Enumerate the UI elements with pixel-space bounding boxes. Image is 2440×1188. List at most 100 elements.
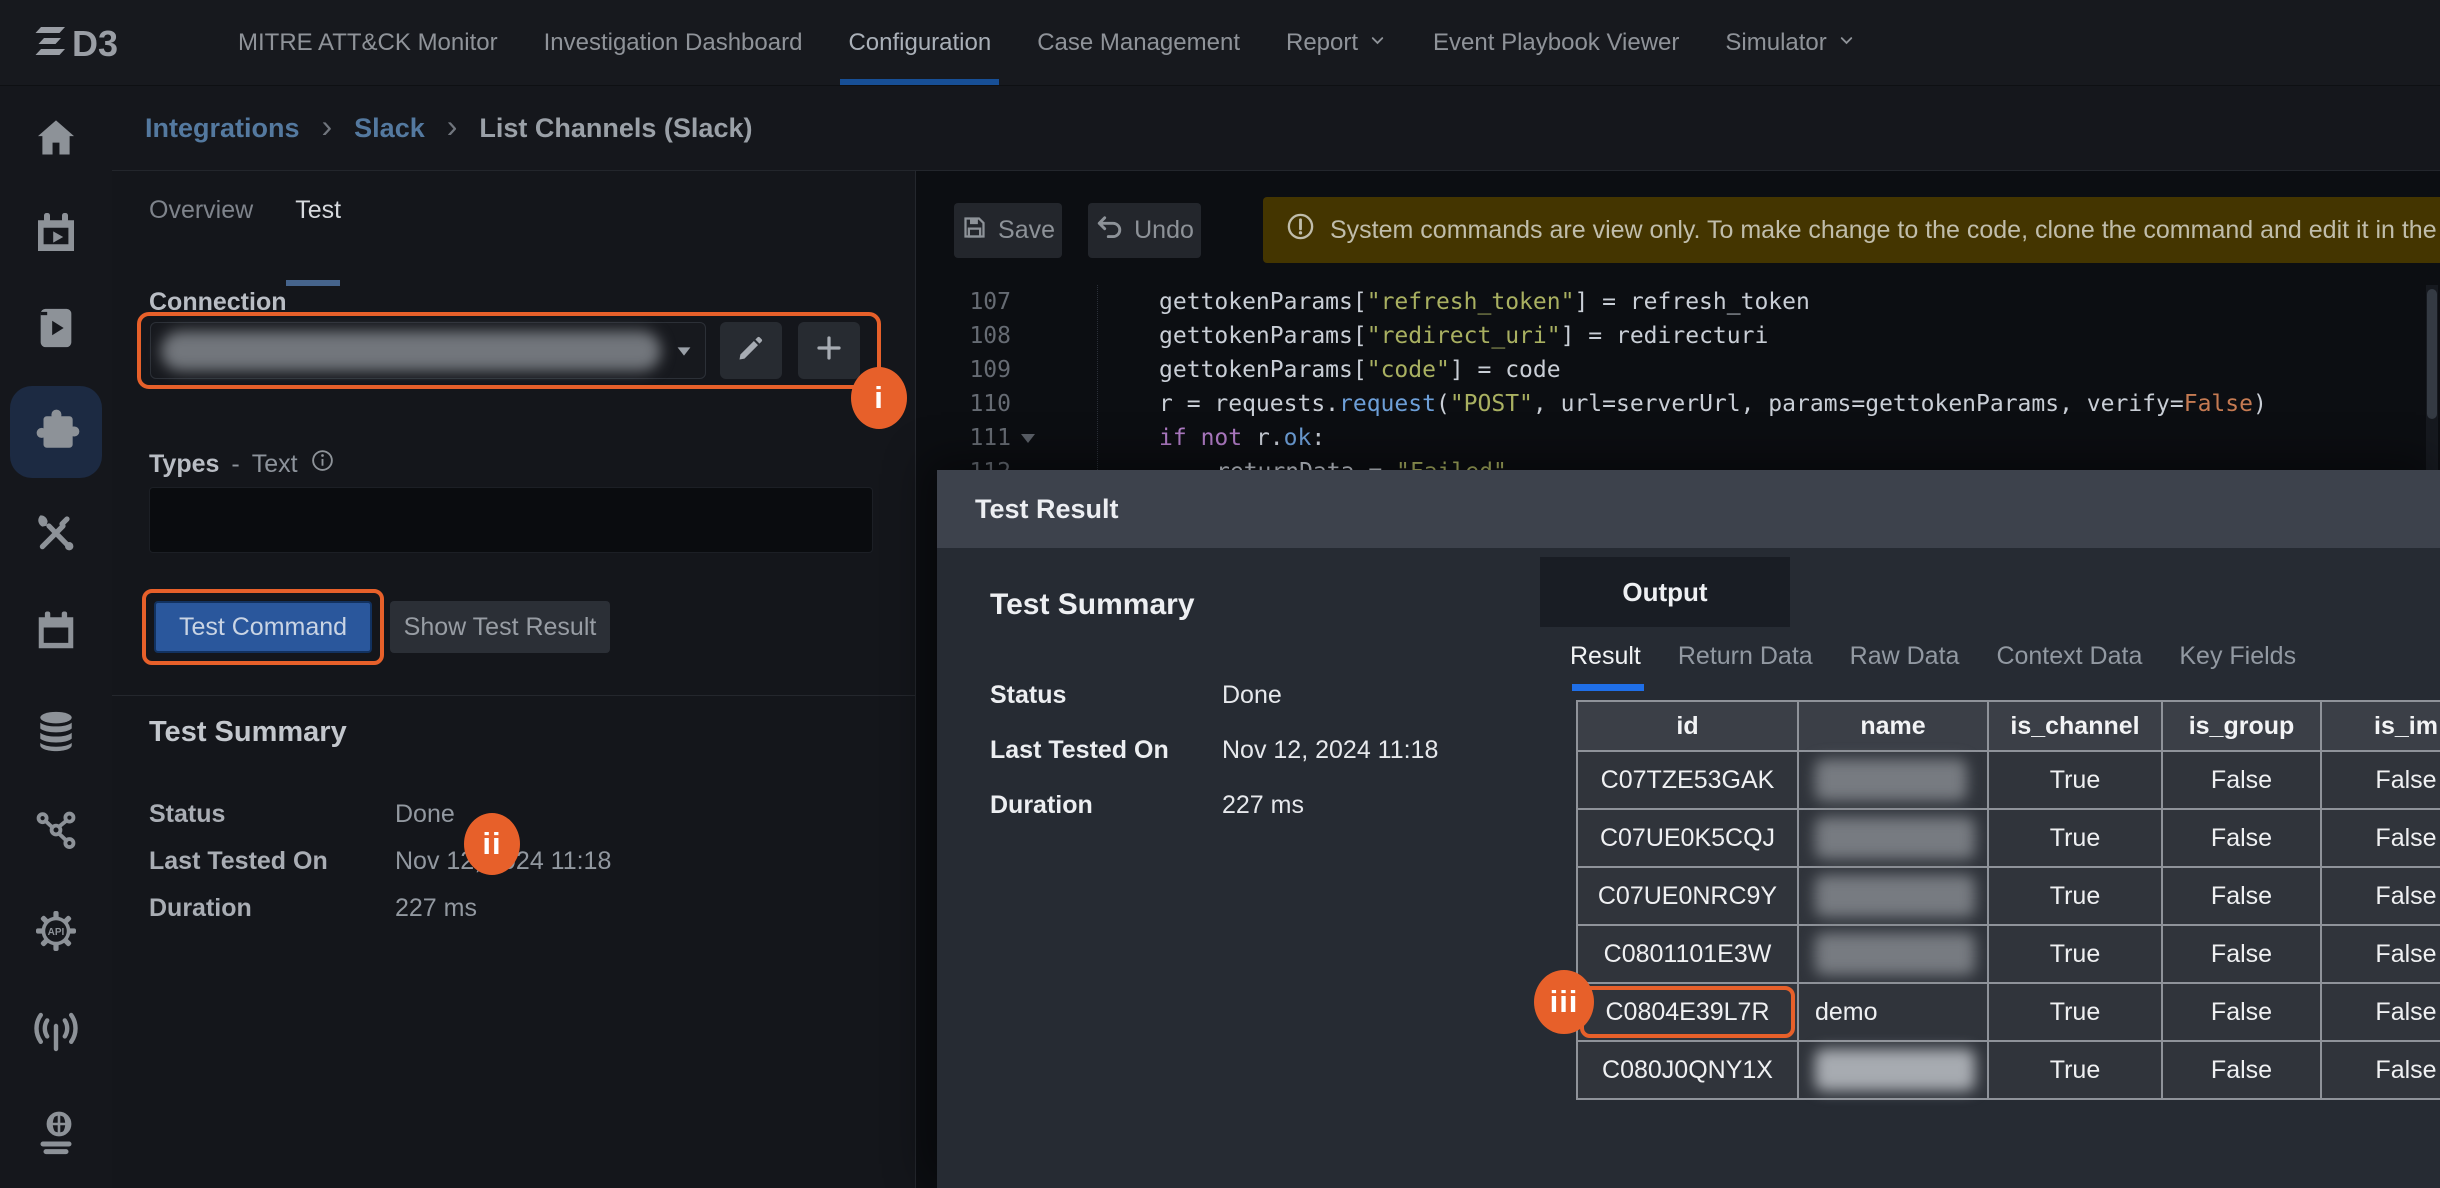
tab-overview[interactable]: Overview [149,196,253,225]
undo-icon [1095,213,1124,249]
code-token: False [2184,391,2253,417]
nav-item-case-management[interactable]: Case Management [1037,0,1240,85]
table-row: C07TZE53GAKTrueFalseFalse [1578,752,2440,810]
sidebar: API [0,86,112,1188]
add-connection-button[interactable] [798,322,860,379]
nav-item-label: Report [1286,29,1358,57]
code-token: ] = code [1450,357,1561,383]
types-label: Types [149,450,219,479]
modal-test-summary-rows: StatusDoneLast Tested OnNov 12, 2024 11:… [990,668,1510,833]
nav-item-investigation-dashboard[interactable]: Investigation Dashboard [544,0,803,85]
test-panel: Overview Test Connection Types - Text Te… [112,171,915,1188]
broadcast-antenna-icon [32,1007,80,1060]
sidebar-item-database[interactable] [0,687,112,779]
network-nodes-icon [33,808,79,859]
result-tab-key-fields[interactable]: Key Fields [2179,642,2296,681]
edit-connection-button[interactable] [720,322,782,379]
save-icon [961,214,988,248]
tab-output[interactable]: Output [1540,557,1790,627]
table-header-row: idnameis_channelis_groupis_im [1578,702,2440,752]
panel-tabs: Overview Test [149,196,341,225]
cell-name [1799,926,1989,984]
sidebar-item-calendar[interactable] [0,587,112,679]
nav-item-configuration[interactable]: Configuration [848,0,991,85]
cell-is-channel: True [1989,810,2163,868]
cell-is-im: False [2322,1042,2440,1100]
cell-is-channel: True [1989,926,2163,984]
name-value-redacted [1815,933,1975,975]
sidebar-item-web-globe[interactable] [0,1090,112,1182]
scrollbar-thumb[interactable] [2427,289,2437,419]
view-only-banner: System commands are view only. To make c… [1263,197,2440,263]
cell-is-im: False [2322,984,2440,1042]
banner-text: System commands are view only. To make c… [1330,216,2437,245]
sidebar-item-integrations-puzzle[interactable] [0,386,112,478]
pencil-icon [736,333,766,368]
summary-value: 227 ms [395,894,477,923]
code-token: "code" [1367,357,1450,383]
column-header-is-group: is_group [2163,702,2322,752]
code-line-107: 107 gettokenParams["refresh_token"] = ref… [916,285,2440,319]
connection-value-redacted [161,331,661,371]
line-number: 107 [916,289,1011,315]
sidebar-item-api-gear[interactable]: API [0,887,112,979]
code-token: ] = refresh_token [1574,289,1809,315]
tab-test[interactable]: Test [295,196,341,225]
cell-id: C080J0QNY1X [1578,1042,1799,1100]
sidebar-item-home[interactable] [0,94,112,186]
result-tab-return-data[interactable]: Return Data [1678,642,1813,681]
test-command-button[interactable]: Test Command [154,601,372,653]
code-token: "refresh_token" [1367,289,1575,315]
code-text: gettokenParams["refresh_token"] = refres… [1045,289,1810,315]
sidebar-item-playbook-book[interactable] [0,284,112,376]
table-row: C0804E39L7RdemoTrueFalseFalse [1578,984,2440,1042]
code-line-109: 109 gettokenParams["code"] = code [916,353,2440,387]
fold-collapse-icon[interactable] [1021,434,1035,443]
table-row: C07UE0K5CQJTrueFalseFalse [1578,810,2440,868]
nav-item-mitre-att-ck-monitor[interactable]: MITRE ATT&CK Monitor [238,0,498,85]
chevron-down-icon [1837,29,1856,57]
d3-logo[interactable]: D3 [34,0,138,85]
sidebar-item-network-nodes[interactable] [0,787,112,879]
sidebar-item-utility-tools[interactable] [0,489,112,581]
line-number: 109 [916,357,1011,383]
code-token: "POST" [1450,391,1533,417]
line-number: 110 [916,391,1011,417]
nav-item-label: Simulator [1725,29,1826,57]
cell-is-group: False [2163,984,2322,1042]
nav-item-simulator[interactable]: Simulator [1725,0,1855,85]
summary-row-last-tested-on: Last Tested OnNov 12, 2024 11:18 [990,723,1510,778]
utility-tools-icon [32,509,80,562]
playbook-calendar-icon [32,209,80,262]
save-button[interactable]: Save [954,203,1062,258]
column-header-is-im: is_im [2322,702,2440,752]
annotation-badge-ii: ii [464,813,520,875]
summary-label: Duration [149,894,395,923]
breadcrumb-slack[interactable]: Slack [354,113,425,144]
show-test-result-button[interactable]: Show Test Result [390,601,610,653]
undo-label: Undo [1134,216,1194,245]
connection-select[interactable] [150,322,706,379]
sidebar-item-playbook-calendar[interactable] [0,189,112,281]
database-icon [33,708,79,759]
cell-id: C0804E39L7R [1578,984,1799,1042]
cell-name: demo [1799,984,1989,1042]
divider [112,695,915,696]
result-tab-result[interactable]: Result [1570,642,1641,681]
result-tab-raw-data[interactable]: Raw Data [1850,642,1960,681]
code-text: gettokenParams["code"] = code [1045,357,1561,383]
cell-is-group: False [2163,1042,2322,1100]
sidebar-item-broadcast-antenna[interactable] [0,987,112,1079]
nav-item-report[interactable]: Report [1286,0,1387,85]
cell-is-group: False [2163,752,2322,810]
undo-button[interactable]: Undo [1088,203,1201,258]
code-token: not [1201,425,1243,451]
result-tab-context-data[interactable]: Context Data [1996,642,2142,681]
cell-name [1799,810,1989,868]
column-header-id: id [1578,702,1799,752]
types-input[interactable] [149,487,873,553]
breadcrumb-integrations[interactable]: Integrations [145,113,300,144]
integrations-puzzle-icon [31,405,81,460]
nav-item-event-playbook-viewer[interactable]: Event Playbook Viewer [1433,0,1679,85]
cell-is-group: False [2163,926,2322,984]
